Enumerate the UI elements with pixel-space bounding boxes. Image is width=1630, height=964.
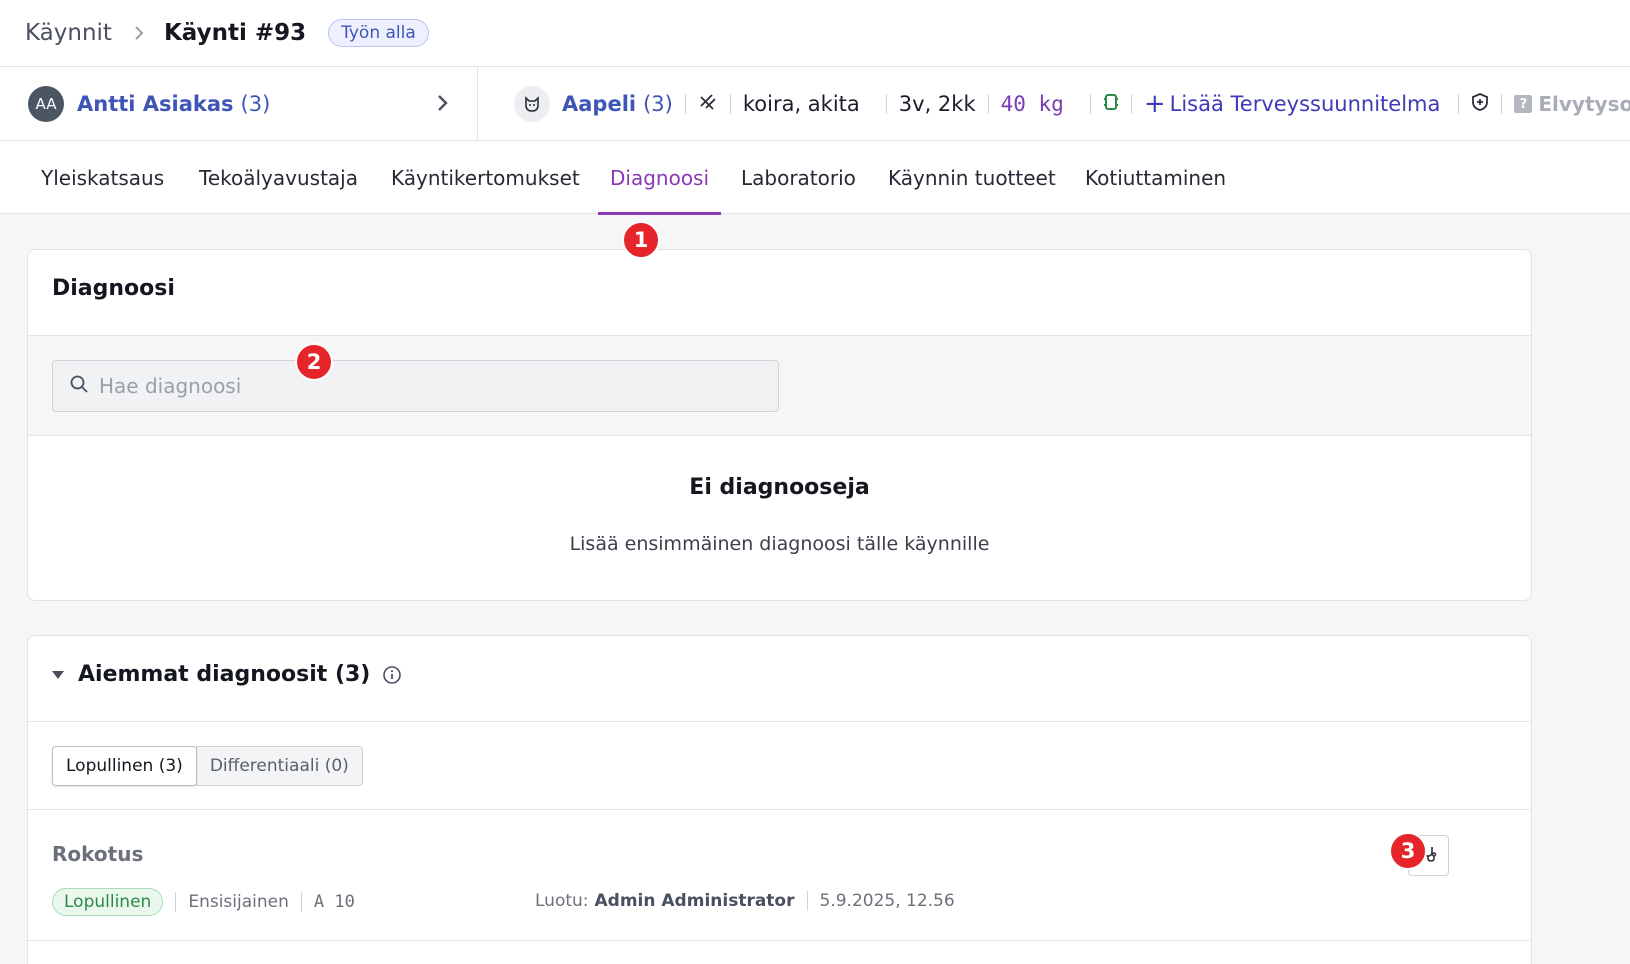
tab-bar: Yleiskatsaus Tekoälyavustaja Käyntikerto… [0, 141, 1630, 215]
divider [175, 892, 177, 912]
diagnosis-card: Diagnoosi Ei diagnooseja Lisää ensimmäin… [27, 249, 1532, 601]
pet-species: koira, akita [742, 92, 860, 116]
diagnosis-code: A 10 [313, 892, 355, 912]
patient-bar: AA Antti Asiakas (3) Aapeli (3) koira, a… [0, 67, 1630, 141]
pet-age: 3v, 2kk [898, 92, 976, 116]
divider [885, 94, 887, 114]
callout-marker-1: 1 [622, 221, 660, 259]
differential-filter-button[interactable]: Differentiaali (0) [195, 746, 363, 786]
search-icon [69, 374, 89, 398]
pet-name-link[interactable]: Aapeli [562, 92, 636, 116]
status-badge: Työn alla [328, 19, 429, 47]
help-icon: ? [1514, 95, 1533, 113]
divider [1458, 94, 1460, 114]
breadcrumb-root-link[interactable]: Käynnit [25, 20, 112, 46]
table-row: Rokotus Lopullinen Ensisijainen A 10 Luo… [28, 810, 1531, 941]
divider [300, 892, 302, 912]
tab-ai-assistant[interactable]: Tekoälyavustaja [199, 141, 358, 214]
tab-discharge[interactable]: Kotiuttaminen [1085, 141, 1226, 214]
tab-visit-products[interactable]: Käynnin tuotteet [888, 141, 1056, 214]
created-label: Luotu: [535, 891, 589, 911]
empty-state-title: Ei diagnooseja [689, 475, 870, 500]
callout-marker-2: 2 [295, 343, 333, 381]
add-health-plan-label: Lisää Terveyssuunnitelma [1169, 92, 1441, 116]
divider [1130, 94, 1132, 114]
shield-icon[interactable] [1471, 92, 1489, 116]
diagnosis-search-row [28, 335, 1531, 436]
owner-name-link[interactable]: Antti Asiakas [77, 92, 234, 116]
tab-visit-reports[interactable]: Käyntikertomukset [391, 141, 580, 214]
previous-diagnoses-card: Aiemmat diagnoosit (3) Lopullinen (3) Di… [27, 635, 1532, 964]
status-badge: Lopullinen [52, 888, 164, 916]
microchip-icon[interactable] [1103, 92, 1119, 116]
info-icon[interactable] [382, 665, 402, 685]
divider [1501, 94, 1503, 114]
add-health-plan-button[interactable]: + Lisää Terveyssuunnitelma [1144, 91, 1441, 117]
diagnosis-card-title: Diagnoosi [52, 276, 175, 301]
cpr-guide-button[interactable]: ? Elvytysohje [1514, 92, 1630, 116]
diagnosis-search-input[interactable] [99, 374, 739, 398]
chevron-right-icon[interactable] [436, 92, 450, 118]
neutered-icon [698, 92, 718, 116]
tab-overview[interactable]: Yleiskatsaus [41, 141, 164, 214]
tab-laboratory[interactable]: Laboratorio [741, 141, 856, 214]
owner-visit-count: (3) [240, 92, 271, 116]
diagnosis-meta: Lopullinen Ensisijainen A 10 [52, 888, 355, 916]
diagnosis-search-box[interactable] [52, 360, 779, 412]
previous-diagnoses-header[interactable]: Aiemmat diagnoosit (3) [52, 662, 402, 687]
divider [987, 94, 989, 114]
diagnosis-type-toggle: Lopullinen (3) Differentiaali (0) [52, 746, 363, 786]
page-title: Käynti #93 [163, 20, 307, 46]
pet-visit-count: (3) [643, 92, 673, 116]
divider [729, 94, 731, 114]
created-by: Admin Administrator [594, 891, 795, 911]
tab-diagnosis[interactable]: Diagnoosi [597, 141, 722, 215]
callout-marker-3: 3 [1389, 832, 1427, 870]
owner-section[interactable]: AA Antti Asiakas (3) [0, 67, 478, 141]
cpr-guide-label: Elvytysohje [1538, 92, 1630, 116]
diagnosis-type-toggle-row: Lopullinen (3) Differentiaali (0) [28, 721, 1531, 810]
diagnosis-created-info: Luotu: Admin Administrator 5.9.2025, 12.… [535, 891, 955, 911]
divider [806, 891, 808, 911]
created-at: 5.9.2025, 12.56 [819, 891, 955, 911]
dog-icon [514, 86, 550, 122]
previous-diagnoses-title: Aiemmat diagnoosit (3) [78, 662, 371, 687]
breadcrumb-bar: Käynnit Käynti #93 Työn alla [0, 0, 1630, 67]
plus-icon: + [1143, 89, 1166, 119]
pet-section: Aapeli (3) koira, akita 3v, 2kk 40 kg + … [514, 67, 1630, 141]
pet-weight[interactable]: 40 kg [1001, 92, 1064, 116]
diagnosis-name: Rokotus [52, 842, 144, 866]
empty-state-subtitle: Lisää ensimmäinen diagnoosi tälle käynni… [569, 533, 990, 555]
caret-down-icon[interactable] [52, 670, 64, 679]
divider [684, 94, 686, 114]
chevron-right-icon [132, 24, 146, 42]
owner-avatar: AA [28, 86, 64, 122]
divider [1089, 94, 1091, 114]
diagnosis-priority: Ensisijainen [188, 892, 289, 912]
final-filter-button[interactable]: Lopullinen (3) [52, 746, 197, 786]
